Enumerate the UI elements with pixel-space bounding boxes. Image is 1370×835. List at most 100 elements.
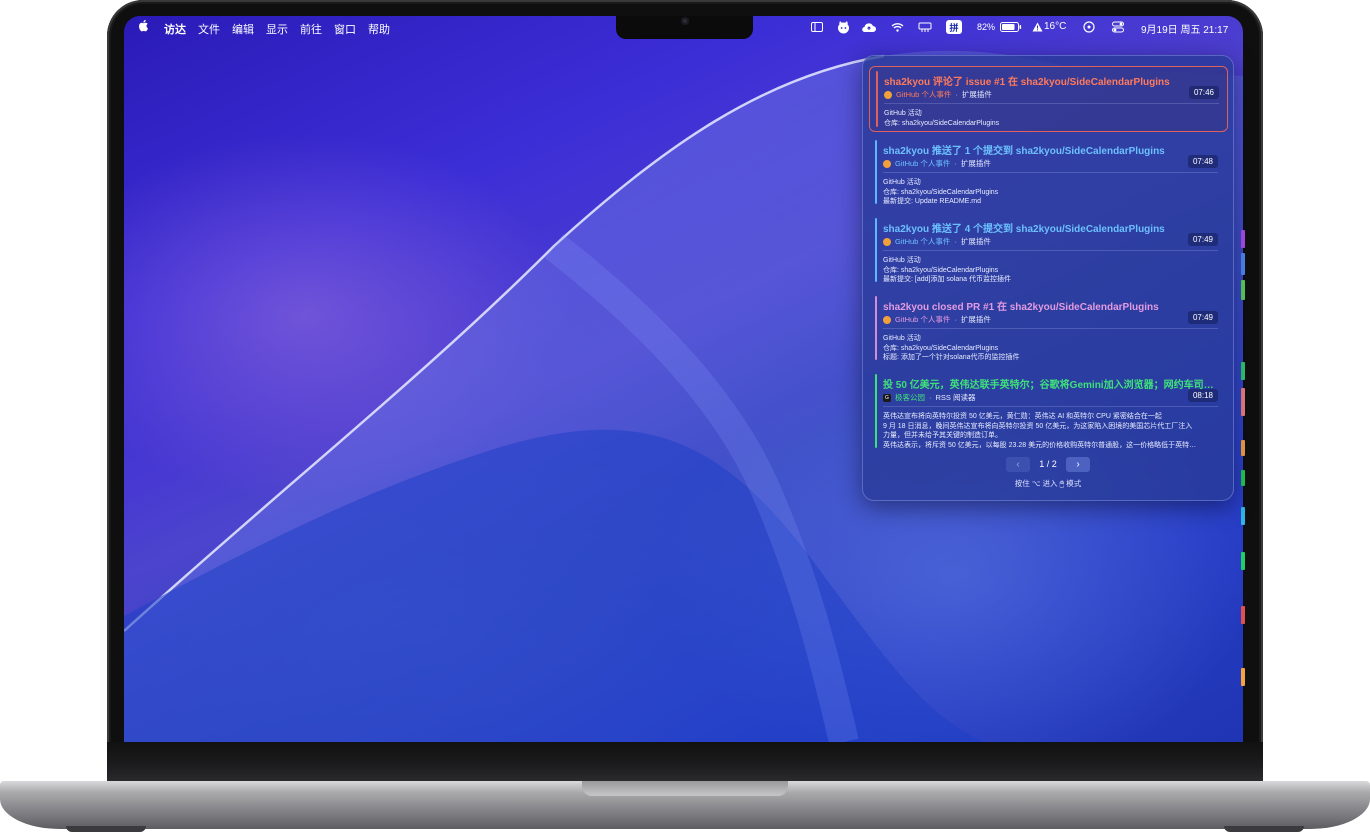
card-body-line: 标题: 添加了一个针对solana代币的监控插件: [883, 354, 1020, 361]
camera-lens: [681, 17, 689, 25]
cloud-upload-icon[interactable]: [861, 20, 877, 34]
weather-warning-icon[interactable]: [1032, 20, 1043, 34]
card-time: 07:49: [1187, 233, 1218, 246]
focus-icon[interactable]: [1083, 20, 1095, 34]
card-body: GitHub 活动 仓库: sha2kyou/SideCalendarPlugi…: [884, 109, 1219, 128]
card-body-line: 最新提交: Update README.md: [883, 198, 982, 205]
card-meta: GitHub 个人事件 · 扩展插件: [883, 158, 991, 169]
control-center-icon[interactable]: [1112, 20, 1124, 34]
card-meta: G 极客公园 · RSS 阅读器: [883, 392, 976, 403]
pagination: ‹ 1 / 2 ›: [1006, 456, 1090, 472]
card-accent-bar: [875, 374, 877, 448]
notification-panel: sha2kyou 评论了 issue #1 在 sha2kyou/SideCal…: [862, 55, 1234, 501]
card-time: 07:48: [1187, 155, 1218, 168]
card-body: 英伟达宣布将向英特尔投资 50 亿美元，黄仁勋：英伟达 AI 和英特尔 CPU …: [883, 412, 1218, 450]
calendar-event-marker[interactable]: [1241, 470, 1245, 486]
card-body-line: GitHub 活动: [883, 257, 921, 264]
card-source: 极客公园: [895, 393, 925, 402]
card-meta: GitHub 个人事件 · 扩展插件: [883, 314, 991, 325]
menu-help[interactable]: 帮助: [368, 21, 390, 37]
calendar-event-marker[interactable]: [1241, 362, 1245, 380]
notification-card[interactable]: sha2kyou 评论了 issue #1 在 sha2kyou/SideCal…: [869, 66, 1228, 132]
menu-datetime[interactable]: 9月19日 周五 21:17: [1141, 21, 1228, 36]
card-body: GitHub 活动 仓库: sha2kyou/SideCalendarPlugi…: [883, 178, 1218, 207]
card-body-line: GitHub 活动: [883, 335, 921, 342]
laptop-foot-right: [1224, 826, 1304, 832]
menu-file[interactable]: 文件: [198, 21, 220, 37]
laptop-lid-groove: [582, 781, 788, 796]
card-time: 07:49: [1187, 311, 1218, 324]
menu-edit[interactable]: 编辑: [232, 21, 254, 37]
card-body-line: 仓库: sha2kyou/SideCalendarPlugins: [883, 266, 999, 274]
card-category: 扩展插件: [960, 159, 991, 168]
notification-card[interactable]: sha2kyou closed PR #1 在 sha2kyou/SideCal…: [869, 292, 1226, 364]
card-body-line: 仓库: sha2kyou/SideCalendarPlugins: [883, 188, 999, 196]
calendar-event-marker[interactable]: [1241, 230, 1245, 248]
card-source: GitHub 个人事件: [895, 237, 951, 246]
card-title: sha2kyou 推送了 4 个提交到 sha2kyou/SideCalenda…: [883, 224, 1165, 235]
card-divider: [883, 328, 1218, 329]
card-time: 07:46: [1188, 86, 1219, 99]
notification-card[interactable]: sha2kyou 推送了 1 个提交到 sha2kyou/SideCalenda…: [869, 136, 1226, 208]
github-source-icon: [884, 90, 892, 99]
calendar-event-marker[interactable]: [1241, 280, 1245, 300]
card-divider: [883, 406, 1218, 407]
card-body-line: GitHub 活动: [883, 179, 921, 186]
card-body-line: 最新提交: [add]添加 solana 代币监控插件: [883, 276, 1011, 283]
card-meta-separator: ·: [954, 237, 957, 246]
github-source-icon: [883, 237, 891, 246]
notification-card[interactable]: 投 50 亿美元，英伟达联手英特尔；谷歌将Gemini加入浏览器；网约车司机… …: [869, 370, 1226, 452]
card-body-line: 力量，但并未给予其关键的制造订单。: [883, 432, 1002, 439]
sidebar-list-icon[interactable]: [811, 20, 823, 34]
card-category: 扩展插件: [960, 315, 991, 324]
calendar-event-marker[interactable]: [1241, 552, 1245, 570]
card-divider: [883, 172, 1218, 173]
card-body: GitHub 活动 仓库: sha2kyou/SideCalendarPlugi…: [883, 334, 1218, 363]
card-accent-bar: [875, 218, 877, 282]
calendar-event-marker[interactable]: [1241, 388, 1245, 416]
card-body-line: 英伟达宣布将向英特尔投资 50 亿美元，黄仁勋：英伟达 AI 和英特尔 CPU …: [883, 413, 1162, 420]
notification-card[interactable]: sha2kyou 推送了 4 个提交到 sha2kyou/SideCalenda…: [869, 214, 1226, 286]
card-meta-separator: ·: [929, 393, 932, 402]
next-page-button[interactable]: ›: [1065, 456, 1090, 472]
card-source: GitHub 个人事件: [895, 315, 951, 324]
apple-menu-icon[interactable]: [138, 19, 149, 35]
prev-page-button[interactable]: ‹: [1006, 456, 1030, 472]
calendar-event-marker[interactable]: [1241, 440, 1245, 456]
menu-go[interactable]: 前往: [300, 21, 322, 37]
card-meta: GitHub 个人事件 · 扩展插件: [884, 89, 992, 100]
calendar-event-marker[interactable]: [1241, 668, 1245, 686]
weather-temperature[interactable]: 16°C: [1044, 21, 1066, 32]
wifi-icon[interactable]: [891, 20, 904, 34]
card-body-line: 9 月 18 日消息，晚间英伟达宣布将向英特尔投资 50 亿美元，为这家陷入困境…: [883, 422, 1193, 430]
calendar-event-marker[interactable]: [1241, 507, 1245, 525]
cat-icon[interactable]: [836, 20, 850, 34]
card-meta-separator: ·: [955, 90, 958, 99]
card-body-line: 英伟达表示，将斥资 50 亿美元，以每股 23.28 美元的价格收购英特尔普通股…: [883, 441, 1197, 449]
calendar-event-marker[interactable]: [1241, 606, 1245, 624]
card-title: sha2kyou 推送了 1 个提交到 sha2kyou/SideCalenda…: [883, 146, 1165, 157]
mouse-mode-hint: 按住 ⌥ 进入 🖱 模式: [1014, 479, 1082, 488]
page-indicator: 1 / 2: [1039, 459, 1057, 469]
card-meta: GitHub 个人事件 · 扩展插件: [883, 236, 991, 247]
card-title: 投 50 亿美元，英伟达联手英特尔；谷歌将Gemini加入浏览器；网约车司机…: [883, 380, 1218, 391]
calendar-event-marker[interactable]: [1241, 253, 1245, 275]
battery-percent: 82%: [977, 22, 996, 32]
card-divider: [883, 250, 1218, 251]
card-time: 08:18: [1187, 389, 1218, 402]
input-method-pinyin-icon[interactable]: 拼: [946, 20, 962, 34]
card-body-line: 仓库: sha2kyou/SideCalendarPlugins: [883, 344, 999, 352]
card-category: RSS 阅读器: [935, 393, 976, 402]
card-divider: [884, 103, 1219, 104]
menu-window[interactable]: 窗口: [334, 21, 356, 37]
card-category: 扩展插件: [960, 237, 991, 246]
menu-app-name[interactable]: 访达: [164, 21, 186, 37]
card-accent-bar: [876, 71, 878, 127]
card-body-line: GitHub 活动: [884, 110, 922, 117]
menu-view[interactable]: 显示: [266, 21, 288, 37]
geekpark-source-icon: G: [883, 393, 891, 402]
battery-icon[interactable]: [1000, 20, 1022, 34]
github-source-icon: [883, 315, 891, 324]
memory-icon[interactable]: [918, 20, 932, 34]
laptop-chin: [107, 742, 1263, 781]
